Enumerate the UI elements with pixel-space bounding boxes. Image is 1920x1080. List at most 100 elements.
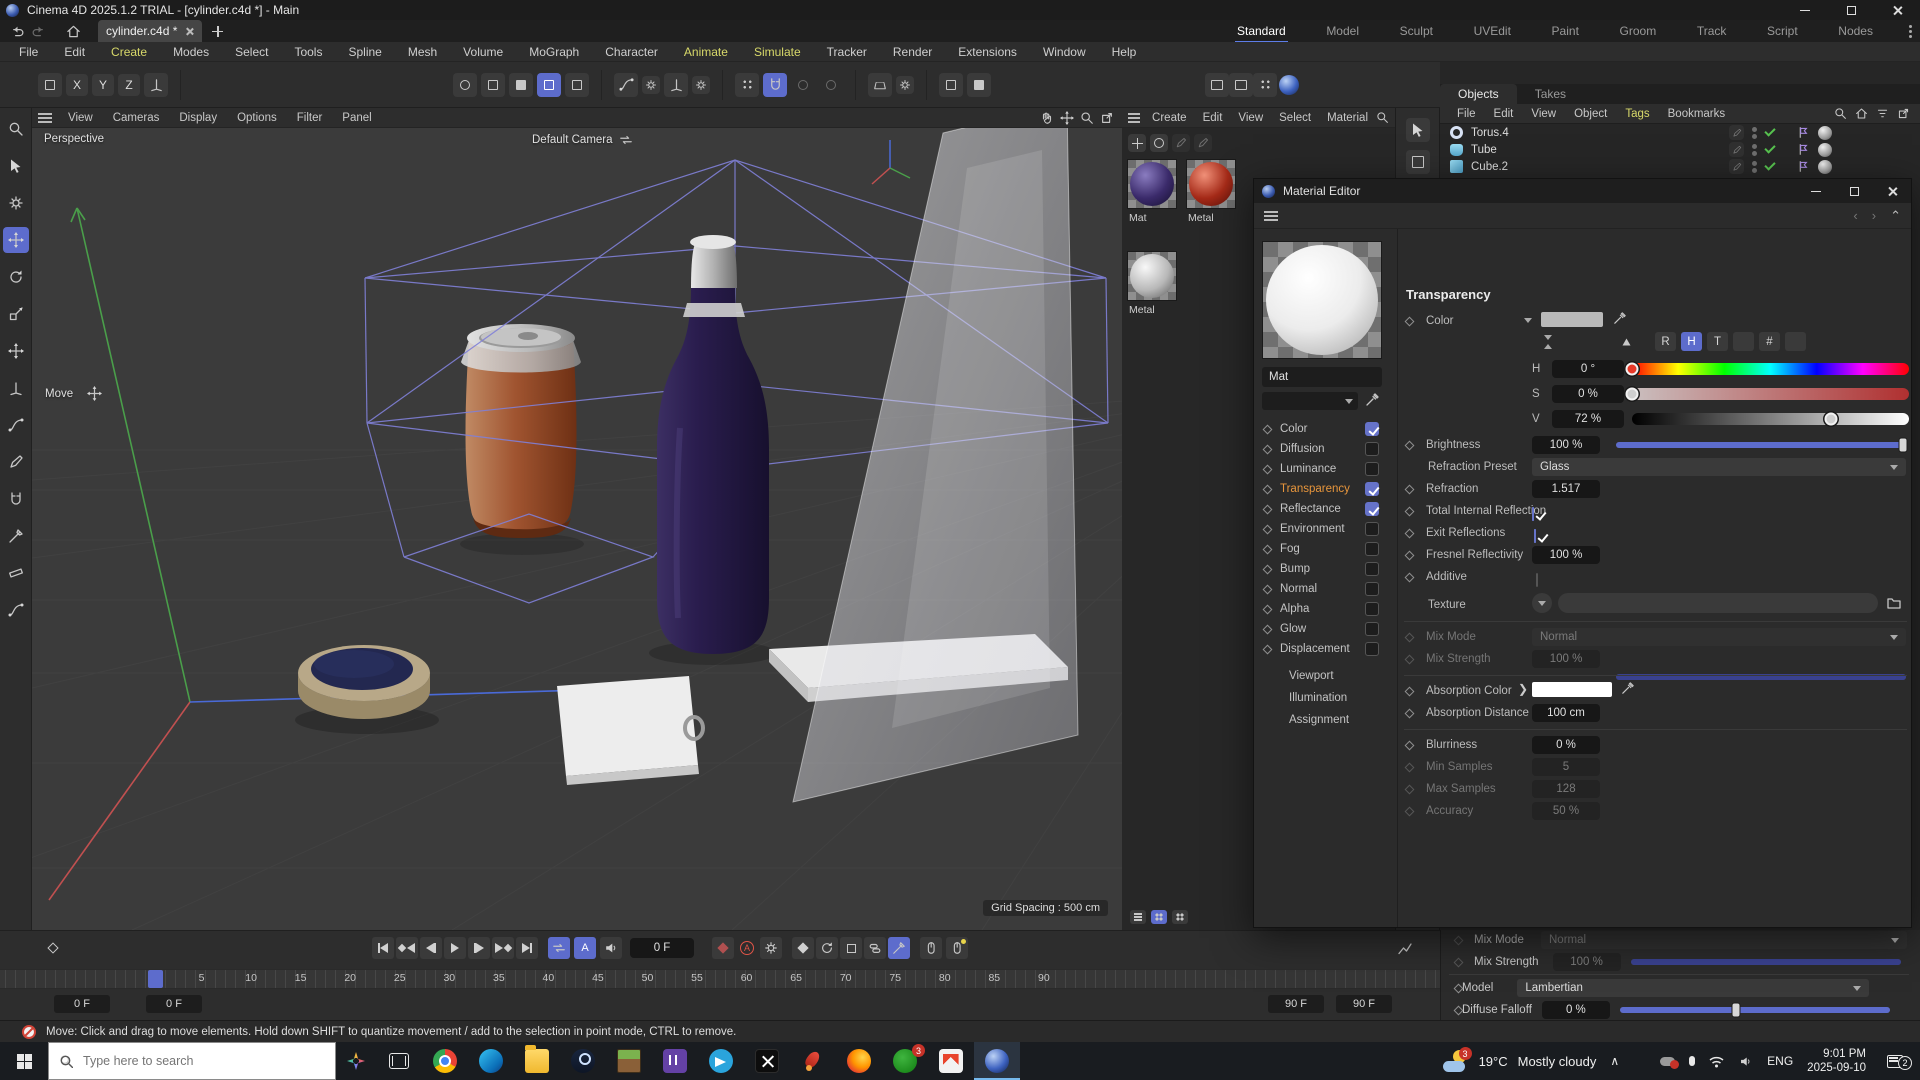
knife-tool-icon[interactable]	[3, 523, 29, 549]
viewport-menu-item[interactable]: View	[58, 110, 103, 126]
new-tab-button[interactable]	[212, 26, 223, 37]
tir-checkbox[interactable]	[1532, 507, 1534, 521]
sound-button[interactable]	[600, 937, 622, 959]
home-icon[interactable]	[62, 22, 84, 40]
taskbar-app[interactable]	[836, 1042, 882, 1080]
channel-checkbox[interactable]	[1365, 462, 1379, 476]
taskbar-app[interactable]	[928, 1042, 974, 1080]
materials-hamburger-icon[interactable]	[1128, 113, 1140, 123]
prev-key-button[interactable]	[396, 937, 418, 959]
playhead[interactable]	[148, 970, 163, 988]
viewport-menu-item[interactable]: Display	[169, 110, 227, 126]
transform-tool-icon[interactable]	[3, 338, 29, 364]
measure-tool-icon[interactable]	[3, 560, 29, 586]
hsv-slider[interactable]	[1632, 363, 1909, 375]
materials-menu-item[interactable]: Material	[1319, 110, 1376, 126]
workspace-tab[interactable]: Track	[1695, 21, 1729, 41]
material-eyedropper-icon[interactable]	[1364, 392, 1380, 408]
range-start-field[interactable]: 0 F	[54, 995, 110, 1013]
texture-folder-icon[interactable]	[1886, 595, 1902, 611]
object-edit-icon[interactable]	[1729, 142, 1744, 157]
rotate-tool-icon[interactable]	[3, 264, 29, 290]
materials-menu-item[interactable]: Edit	[1195, 110, 1231, 126]
viewport-menu-item[interactable]: Panel	[332, 110, 381, 126]
additive-checkbox[interactable]	[1536, 573, 1538, 587]
material-tag-icon[interactable]	[1818, 143, 1832, 157]
key-rotation-button[interactable]	[816, 937, 838, 959]
key-pla-button[interactable]	[888, 937, 910, 959]
copy-material-icon[interactable]	[1194, 134, 1212, 152]
goto-end-button[interactable]	[516, 937, 538, 959]
channel-row[interactable]: Fog	[1254, 539, 1394, 559]
menu-item[interactable]: Spline	[335, 43, 394, 61]
objects-menu-item[interactable]: File	[1448, 106, 1485, 122]
material-name-field[interactable]: Mat	[1262, 367, 1382, 387]
taskbar-app[interactable]	[698, 1042, 744, 1080]
move-tool-icon[interactable]	[3, 227, 29, 253]
objects-menu-item[interactable]: Bookmarks	[1659, 106, 1735, 122]
channel-checkbox[interactable]	[1365, 502, 1379, 516]
loop-mode-button[interactable]	[548, 937, 570, 959]
screen-cast-icon[interactable]	[1633, 1056, 1646, 1066]
record-settings-button[interactable]	[760, 937, 782, 959]
attr-model-dropdown[interactable]: Lambertian	[1517, 979, 1869, 997]
layout-quad-view-icon[interactable]	[1253, 73, 1277, 97]
object-row[interactable]: Cube.2	[1440, 158, 1920, 175]
workspace-tab[interactable]: Groom	[1618, 21, 1659, 41]
transparency-color-swatch[interactable]	[1541, 312, 1603, 327]
editor-forward-icon[interactable]: ›	[1872, 208, 1876, 224]
pointer-mode-icon[interactable]	[1406, 118, 1430, 142]
menu-item[interactable]: Simulate	[741, 43, 814, 61]
autokey-button[interactable]: A	[574, 937, 596, 959]
enabled-check-icon[interactable]	[1764, 125, 1775, 136]
start-button[interactable]	[0, 1042, 48, 1080]
menu-item[interactable]: Tools	[281, 43, 335, 61]
material-preview[interactable]	[1262, 241, 1382, 359]
taskbar-app[interactable]	[652, 1042, 698, 1080]
overflow-menu-icon[interactable]	[1909, 25, 1912, 38]
material-tag-icon[interactable]	[1818, 160, 1832, 174]
workspace-tab[interactable]: Model	[1324, 21, 1361, 41]
workspace-tab[interactable]: Script	[1765, 21, 1800, 41]
workspace-tab[interactable]: UVEdit	[1472, 21, 1513, 41]
key-parameter-button[interactable]	[864, 937, 886, 959]
hsv-slider[interactable]	[1632, 388, 1909, 400]
object-edit-icon[interactable]	[1729, 159, 1744, 174]
material-thumb-metal2[interactable]	[1127, 251, 1177, 301]
viewport-menu-item[interactable]: Cameras	[103, 110, 170, 126]
hsv-mode-button[interactable]: H	[1681, 332, 1702, 351]
attr-falloff-slider[interactable]	[1620, 1007, 1890, 1013]
object-row[interactable]: Torus.4	[1440, 124, 1920, 141]
color-eyedropper-icon[interactable]	[1612, 311, 1627, 326]
workspace-tab[interactable]: Standard	[1235, 21, 1288, 41]
channel-checkbox[interactable]	[1365, 442, 1379, 456]
texture-path-field[interactable]	[1558, 593, 1878, 613]
color-expand-caret[interactable]	[1524, 318, 1532, 323]
tray-chevron-icon[interactable]: ∧	[1610, 1054, 1619, 1068]
viewport-menu-item[interactable]: Options	[227, 110, 287, 126]
rect-select-mode-icon[interactable]	[1406, 150, 1430, 174]
next-frame-button[interactable]	[468, 937, 490, 959]
taskbar-app[interactable]	[744, 1042, 790, 1080]
objects-tab[interactable]: Objects	[1440, 84, 1517, 104]
hex-mode-button[interactable]: #	[1759, 332, 1780, 351]
attr-mix-strength-field[interactable]: 100 %	[1553, 953, 1621, 971]
channel-row[interactable]: Alpha	[1254, 599, 1394, 619]
axis-center-icon[interactable]	[664, 73, 688, 97]
collapse-down-caret[interactable]	[1544, 335, 1552, 340]
exit-reflections-checkbox[interactable]	[1534, 529, 1536, 543]
taskbar-app[interactable]: 3	[882, 1042, 928, 1080]
visibility-dots-icon[interactable]	[1752, 127, 1757, 139]
blurriness-field[interactable]: 0 %	[1532, 736, 1600, 754]
quantize-settings-icon[interactable]	[819, 73, 843, 97]
rgb-mode-button[interactable]: R	[1655, 332, 1676, 351]
materials-search-icon[interactable]	[1376, 111, 1395, 124]
prev-frame-button[interactable]	[420, 937, 442, 959]
hsv-value-field[interactable]: 72 %	[1552, 410, 1624, 428]
section-item[interactable]: Illumination	[1254, 687, 1394, 709]
spline-pen-tool-icon[interactable]	[3, 597, 29, 623]
material-editor-titlebar[interactable]: Material Editor	[1254, 179, 1911, 203]
gradient-square-icon[interactable]	[1590, 332, 1611, 351]
menu-item[interactable]: Help	[1099, 43, 1150, 61]
temp-mode-button[interactable]: T	[1707, 332, 1728, 351]
